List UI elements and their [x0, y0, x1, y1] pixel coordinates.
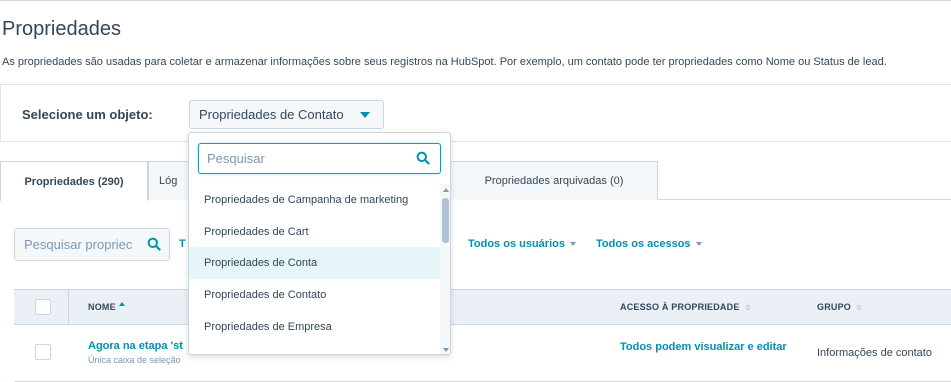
users-filter-dropdown[interactable]: Todos os usuários — [468, 238, 576, 250]
property-tabs: Propriedades (290) Lóg Propriedades arqu… — [0, 161, 951, 201]
object-selector-label: Selecione um objeto: — [22, 107, 153, 122]
property-search-input[interactable]: Pesquisar propriec — [14, 228, 170, 261]
access-filter-dropdown[interactable]: Todos os acessos — [596, 238, 702, 250]
users-filter-label: Todos os usuários — [468, 238, 565, 250]
sort-icon — [744, 304, 751, 312]
header-checkbox-cell — [14, 290, 69, 324]
scroll-down-icon[interactable] — [443, 348, 449, 352]
search-icon — [416, 151, 430, 168]
dropdown-option[interactable]: Propriedades de Empresa — [189, 311, 440, 343]
object-selector-panel: Selecione um objeto: Propriedades de Con… — [0, 84, 951, 142]
dropdown-option[interactable]: Propriedades de Cart — [189, 216, 440, 248]
table-header: NOME ACESSO À PROPRIEDADE GRUPO — [14, 289, 951, 325]
property-name-link[interactable]: Agora na etapa 'st — [88, 340, 183, 352]
property-group: Informações de contato — [817, 347, 932, 359]
tab-archived-properties[interactable]: Propriedades arquivadas (0) — [450, 161, 658, 200]
select-all-checkbox[interactable] — [35, 299, 51, 315]
column-header-access[interactable]: ACESSO À PROPRIEDADE — [620, 302, 751, 312]
column-header-name-label: NOME — [88, 302, 116, 312]
dropdown-option[interactable]: Propriedades de Campanha de marketing — [189, 184, 440, 216]
column-header-name[interactable]: NOME — [88, 302, 125, 312]
object-dropdown-menu: Pesquisar Propriedades de Campanha de ma… — [188, 132, 451, 355]
access-filter-label: Todos os acessos — [596, 238, 691, 250]
dropdown-option-hovered[interactable]: Propriedades de Conta — [189, 247, 440, 279]
scrollbar-thumb[interactable] — [442, 198, 449, 243]
dropdown-options-list: Propriedades de Campanha de marketing Pr… — [189, 184, 440, 354]
chevron-down-icon — [360, 112, 370, 118]
scroll-up-icon[interactable] — [443, 188, 449, 192]
sort-icon — [856, 304, 863, 312]
chevron-down-icon — [569, 242, 576, 247]
column-header-group[interactable]: GRUPO — [817, 302, 863, 312]
object-select-dropdown[interactable]: Propriedades de Contato — [189, 100, 384, 129]
table-row: Agora na etapa 'st Única caixa de seleçã… — [14, 325, 951, 382]
sort-ascending-icon — [118, 302, 125, 306]
dropdown-scrollbar[interactable] — [440, 184, 450, 354]
row-checkbox[interactable] — [35, 344, 51, 360]
column-header-access-label: ACESSO À PROPRIEDADE — [620, 302, 740, 312]
chevron-down-icon — [695, 242, 702, 247]
dropdown-search-placeholder: Pesquisar — [207, 151, 265, 166]
dropdown-option[interactable]: Propriedades de Engajamento — [189, 343, 440, 354]
tab-properties-label: Propriedades (290) — [24, 175, 124, 188]
filter-partial-link[interactable]: T — [179, 238, 186, 250]
property-access-link[interactable]: Todos podem visualizar e editar — [620, 341, 790, 354]
tab-properties[interactable]: Propriedades (290) — [0, 161, 148, 201]
search-icon[interactable] — [147, 237, 161, 254]
top-divider — [0, 0, 951, 1]
column-header-group-label: GRUPO — [817, 302, 852, 312]
page-title: Propriedades — [2, 18, 121, 40]
tab-archived-label: Propriedades arquivadas (0) — [484, 175, 624, 187]
dropdown-search-input[interactable]: Pesquisar — [198, 143, 441, 174]
property-type: Única caixa de seleção — [88, 355, 181, 365]
dropdown-option[interactable]: Propriedades de Contato — [189, 279, 440, 311]
object-select-value: Propriedades de Contato — [199, 107, 344, 122]
page-description: As propriedades são usadas para coletar … — [2, 56, 887, 68]
tab-logic-label: Lóg — [159, 175, 178, 187]
property-search-placeholder: Pesquisar propriec — [24, 237, 133, 252]
